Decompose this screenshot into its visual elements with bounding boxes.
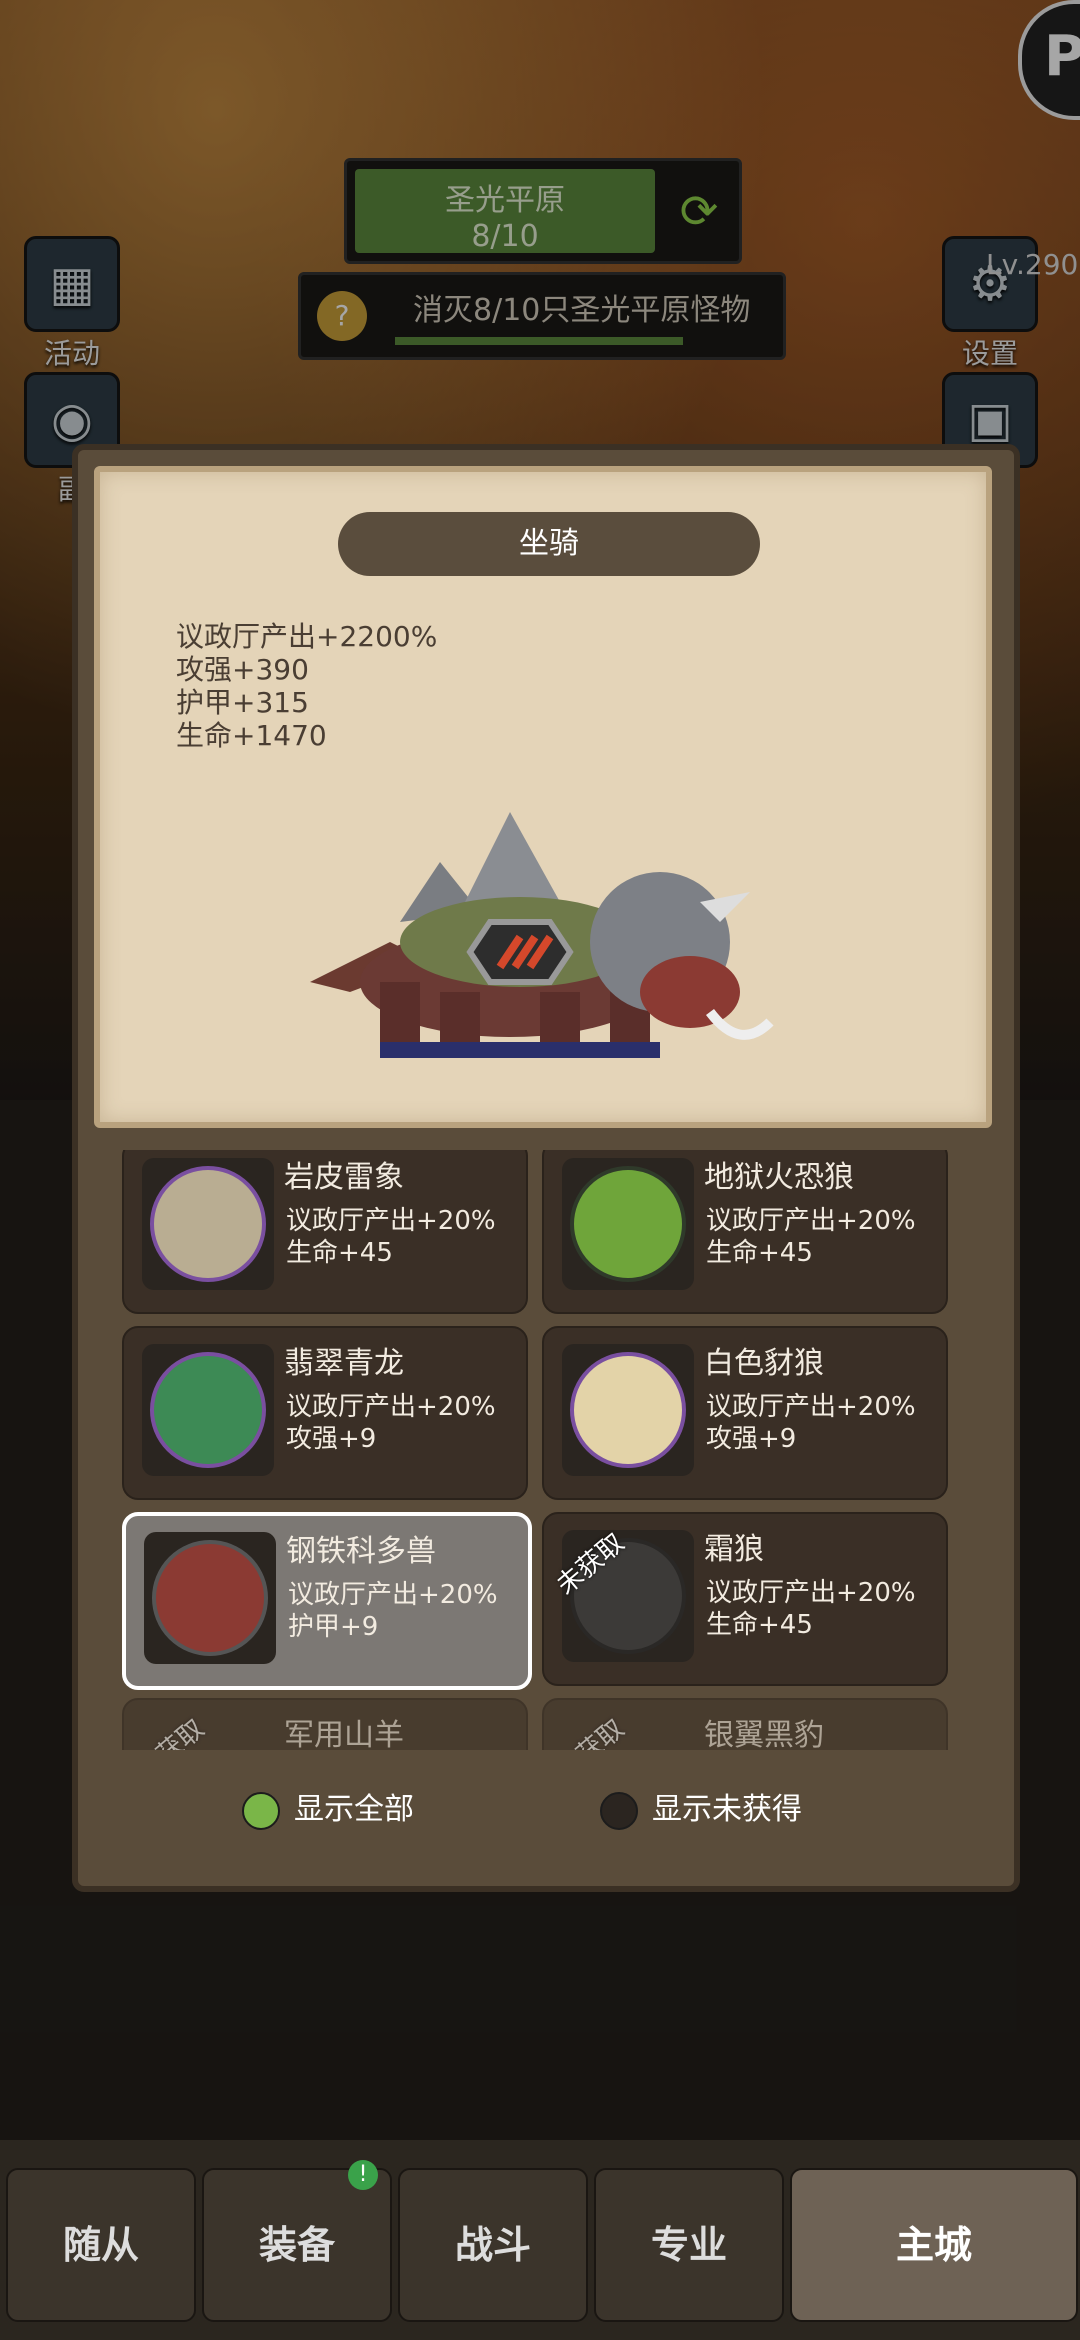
filter-label: 显示未获得 (652, 1792, 802, 1827)
stat-line: 生命+1470 (176, 719, 327, 752)
mount-stat: 生命+45 (706, 1610, 813, 1640)
nav-profession[interactable]: 专业 (594, 2168, 784, 2322)
mount-portrait (142, 1344, 274, 1476)
mount-card-locked[interactable]: 未获取 霜狼 议政厅产出+20% 生命+45 (542, 1512, 948, 1686)
mount-name: 白色豺狼 (704, 1346, 824, 1381)
mount-card-locked[interactable]: 未获取 银翼黑豹 (542, 1698, 948, 1750)
nav-followers[interactable]: 随从 (6, 2168, 196, 2322)
radio-off-icon (600, 1791, 638, 1830)
bottom-nav: 随从 装备 战斗 专业 主城 (0, 2140, 1080, 2340)
mount-card[interactable]: 白色豺狼 议政厅产出+20% 攻强+9 (542, 1326, 948, 1500)
filter-label: 显示全部 (294, 1792, 414, 1827)
locked-tag: 未获取 (547, 1709, 631, 1750)
mount-stat: 生命+45 (286, 1238, 393, 1268)
mount-stat: 生命+45 (706, 1238, 813, 1268)
nav-battle[interactable]: 战斗 (398, 2168, 588, 2322)
mount-stat: 护甲+9 (288, 1612, 379, 1642)
mount-card-selected[interactable]: 钢铁科多兽 议政厅产出+20% 护甲+9 (122, 1512, 532, 1690)
modal-title: 坐骑 (338, 512, 760, 576)
stat-line: 攻强+390 (176, 653, 309, 686)
locked-tag: 未获取 (127, 1709, 211, 1750)
mount-portrait (144, 1532, 276, 1664)
mount-portrait (142, 1158, 274, 1290)
mount-portrait (562, 1344, 694, 1476)
filter-show-missing[interactable]: 显示未获得 (600, 1784, 802, 1830)
mount-name: 军用山羊 (284, 1718, 404, 1750)
notification-badge: ! (348, 2160, 378, 2190)
mount-card[interactable]: 地狱火恐狼 议政厅产出+20% 生命+45 (542, 1150, 948, 1314)
mount-name: 岩皮雷象 (284, 1160, 404, 1195)
mount-stat: 攻强+9 (706, 1424, 797, 1454)
mount-name: 翡翠青龙 (284, 1346, 404, 1381)
mount-name: 霜狼 (704, 1532, 764, 1567)
mount-list[interactable]: 岩皮雷象 议政厅产出+20% 生命+45 地狱火恐狼 议政厅产出+20% 生命+… (122, 1150, 970, 1750)
radio-on-icon (242, 1791, 280, 1830)
mount-detail-panel: 坐骑 议政厅产出+2200% 攻强+390 护甲+315 生命+1470 (94, 466, 992, 1128)
mount-modal: 坐骑 议政厅产出+2200% 攻强+390 护甲+315 生命+1470 岩皮雷… (72, 444, 1020, 1892)
nav-equipment[interactable]: 装备 (202, 2168, 392, 2322)
mount-card[interactable]: 岩皮雷象 议政厅产出+20% 生命+45 (122, 1150, 528, 1314)
filter-show-all[interactable]: 显示全部 (242, 1784, 414, 1830)
stat-line: 护甲+315 (176, 686, 309, 719)
mount-name: 地狱火恐狼 (704, 1160, 854, 1195)
mount-illustration (310, 812, 774, 1058)
mount-portrait (562, 1158, 694, 1290)
mount-card-locked[interactable]: 未获取 军用山羊 (122, 1698, 528, 1750)
mount-name: 钢铁科多兽 (286, 1534, 436, 1569)
mount-stat: 攻强+9 (286, 1424, 377, 1454)
stat-line: 议政厅产出+2200% (176, 620, 438, 653)
mount-name: 银翼黑豹 (704, 1718, 824, 1750)
nav-main-city[interactable]: 主城 (790, 2168, 1078, 2322)
mount-card[interactable]: 翡翠青龙 议政厅产出+20% 攻强+9 (122, 1326, 528, 1500)
